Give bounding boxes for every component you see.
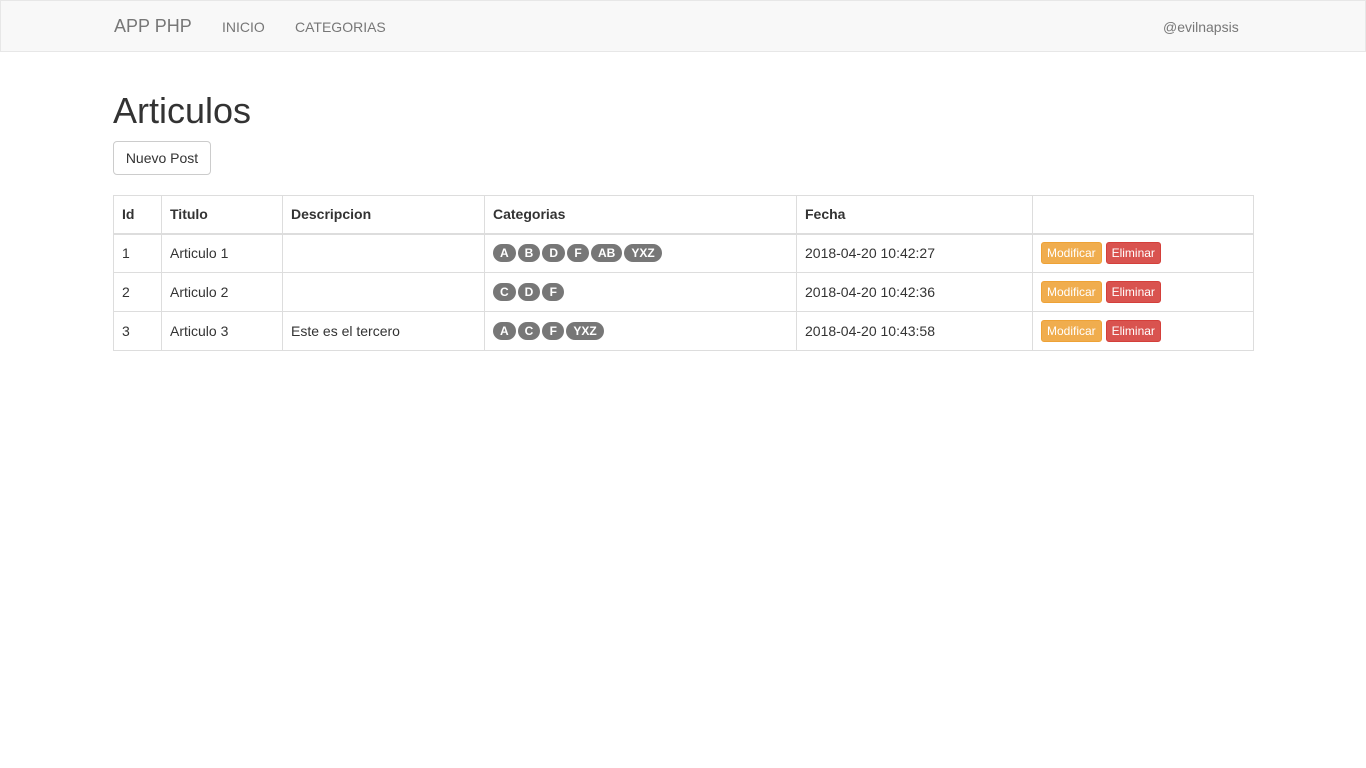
category-badge: YXZ bbox=[566, 322, 604, 341]
header-actions bbox=[1032, 195, 1254, 235]
category-badge: D bbox=[517, 283, 541, 302]
header-categorias: Categorias bbox=[484, 195, 797, 235]
category-badge: F bbox=[542, 322, 565, 341]
category-badge: AB bbox=[591, 244, 623, 263]
cell-descripcion bbox=[282, 233, 485, 273]
category-badge: A bbox=[493, 322, 516, 341]
edit-button[interactable]: Modificar bbox=[1041, 281, 1102, 303]
page-title: Articulos bbox=[113, 90, 252, 131]
cell-fecha: 2018-04-20 10:42:36 bbox=[796, 272, 1033, 312]
table-row: 2 Articulo 2 CDF 2018-04-20 10:42:36 Mod… bbox=[113, 272, 1254, 312]
articles-table: Id Titulo Descripcion Categorias Fecha 1… bbox=[113, 195, 1254, 351]
cell-categorias: A C F YXZ bbox=[484, 311, 797, 351]
header-fecha: Fecha bbox=[796, 195, 1033, 235]
new-post-button[interactable]: Nuevo Post bbox=[113, 141, 211, 175]
nav-categorias[interactable]: CATEGORIAS bbox=[295, 18, 386, 36]
edit-button[interactable]: Modificar bbox=[1041, 242, 1102, 265]
delete-button[interactable]: Eliminar bbox=[1105, 281, 1161, 303]
cell-categorias: A B D F AB YXZ bbox=[484, 233, 797, 273]
category-badge: C bbox=[493, 283, 516, 302]
cell-descripcion: Este es el tercero bbox=[282, 311, 485, 351]
header-titulo: Titulo bbox=[161, 195, 283, 235]
header-descripcion: Descripcion bbox=[282, 195, 485, 235]
cell-titulo: Articulo 1 bbox=[161, 233, 283, 273]
cell-fecha: 2018-04-20 10:42:27 bbox=[796, 233, 1033, 273]
category-badge: YXZ bbox=[624, 244, 662, 263]
brand-link[interactable]: APP PHP bbox=[114, 16, 192, 36]
cell-fecha: 2018-04-20 10:43:58 bbox=[796, 311, 1033, 351]
cell-id: 2 bbox=[113, 272, 162, 312]
cell-actions: Modificar Eliminar bbox=[1032, 272, 1254, 312]
edit-button[interactable]: Modificar bbox=[1041, 320, 1102, 342]
delete-button[interactable]: Eliminar bbox=[1105, 320, 1161, 342]
cell-id: 1 bbox=[113, 233, 162, 273]
category-badge: D bbox=[542, 244, 566, 263]
category-badge: B bbox=[517, 244, 541, 263]
nav-inicio[interactable]: INICIO bbox=[222, 18, 265, 36]
cell-titulo: Articulo 2 bbox=[161, 272, 283, 312]
cell-titulo: Articulo 3 bbox=[161, 311, 283, 351]
category-badge: F bbox=[567, 244, 590, 263]
category-badge: C bbox=[517, 322, 541, 341]
navbar: APP PHP INICIO CATEGORIAS @evilnapsis bbox=[0, 0, 1366, 52]
cell-id: 3 bbox=[113, 311, 162, 351]
category-badge: A bbox=[493, 244, 516, 263]
header-id: Id bbox=[113, 195, 162, 235]
delete-button[interactable]: Eliminar bbox=[1105, 242, 1161, 265]
cell-actions: Modificar Eliminar bbox=[1032, 233, 1254, 273]
cell-actions: Modificar Eliminar bbox=[1032, 311, 1254, 351]
cell-categorias: CDF bbox=[484, 272, 797, 312]
cell-descripcion bbox=[282, 272, 485, 312]
table-row: 3 Articulo 3 Este es el tercero A C F YXZ 2… bbox=[113, 311, 1254, 351]
table-header-row: Id Titulo Descripcion Categorias Fecha bbox=[113, 195, 1254, 235]
table-row: 1 Articulo 1 A B D F AB YXZ 2018-04-20 10:42:… bbox=[113, 233, 1254, 273]
category-badge: F bbox=[542, 283, 565, 302]
nav-user-link[interactable]: @evilnapsis bbox=[1163, 18, 1239, 36]
